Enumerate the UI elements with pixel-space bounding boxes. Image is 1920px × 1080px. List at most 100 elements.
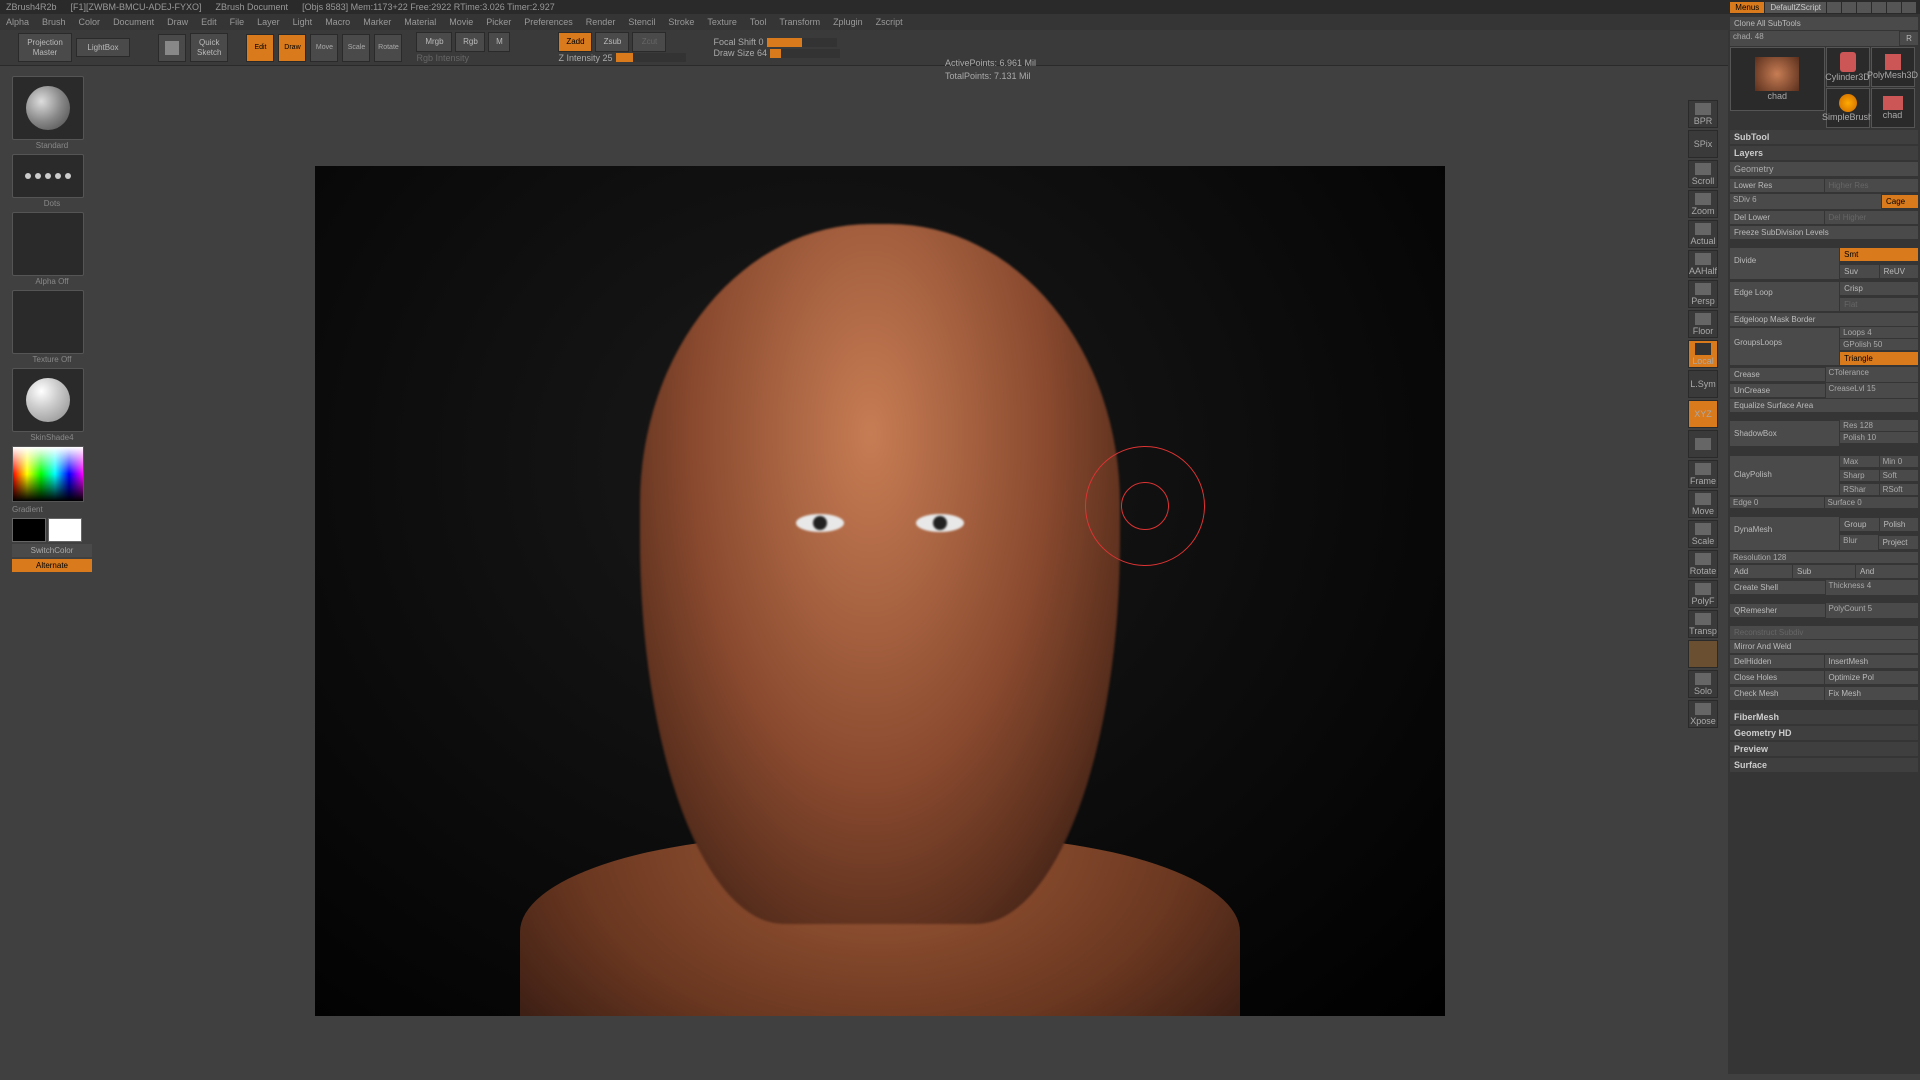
material-thumb[interactable] xyxy=(12,368,84,432)
frame-button[interactable]: Frame xyxy=(1688,460,1718,488)
brush-thumb[interactable] xyxy=(12,76,84,140)
maximize-icon[interactable] xyxy=(1887,2,1901,13)
geometryhd-header[interactable]: Geometry HD xyxy=(1730,726,1918,740)
lightbox-button[interactable]: LightBox xyxy=(76,38,130,58)
freeze-subdiv-button[interactable]: Freeze SubDivision Levels xyxy=(1730,226,1918,239)
focal-shift-slider[interactable] xyxy=(767,38,837,47)
project-button[interactable]: Project xyxy=(1879,536,1918,549)
move-button[interactable]: Move xyxy=(1688,490,1718,518)
del-higher-button[interactable]: Del Higher xyxy=(1825,211,1919,224)
stroke-thumb[interactable] xyxy=(12,154,84,198)
edge-slider[interactable]: Edge 0 xyxy=(1730,497,1824,508)
menu-layer[interactable]: Layer xyxy=(257,17,280,27)
menu-movie[interactable]: Movie xyxy=(449,17,473,27)
edgeloop-mask-button[interactable]: Edgeloop Mask Border xyxy=(1730,313,1918,326)
tool-thumb[interactable]: PolyMesh3D xyxy=(1871,47,1915,87)
actual-button[interactable]: Actual xyxy=(1688,220,1718,248)
equalize-button[interactable]: Equalize Surface Area xyxy=(1730,399,1918,412)
layers-header[interactable]: Layers xyxy=(1730,146,1918,160)
spix-button[interactable]: SPix xyxy=(1688,130,1718,158)
reconstruct-button[interactable]: Reconstruct Subdiv xyxy=(1730,626,1918,639)
fixmesh-button[interactable]: Fix Mesh xyxy=(1825,687,1919,700)
xpose-button[interactable]: Xpose xyxy=(1688,700,1718,728)
toggle-icon[interactable] xyxy=(1827,2,1841,13)
smt-button[interactable]: Smt xyxy=(1840,248,1918,261)
blur-slider[interactable]: Blur xyxy=(1840,535,1877,550)
quicksketch-icon[interactable] xyxy=(158,34,186,62)
polycount-slider[interactable]: PolyCount 5 xyxy=(1826,603,1919,618)
polish-slider[interactable]: Polish 10 xyxy=(1840,432,1918,443)
surface-slider[interactable]: Surface 0 xyxy=(1825,497,1919,508)
soft-slider[interactable]: Soft xyxy=(1880,470,1918,481)
alpha-thumb[interactable] xyxy=(12,212,84,276)
dynamesh-button[interactable]: DynaMesh xyxy=(1730,517,1839,550)
local-button[interactable]: Local xyxy=(1688,340,1718,368)
preview-header[interactable]: Preview xyxy=(1730,742,1918,756)
lsym-button[interactable]: L.Sym xyxy=(1688,370,1718,398)
persp-button[interactable]: Persp xyxy=(1688,280,1718,308)
focal-shift-label[interactable]: Focal Shift 0 xyxy=(714,37,764,47)
projection-master-button[interactable]: Projection Master xyxy=(18,33,72,62)
claypolish-button[interactable]: ClayPolish xyxy=(1730,456,1839,495)
reuv-button[interactable]: ReUV xyxy=(1880,265,1918,278)
mirror-weld-button[interactable]: Mirror And Weld xyxy=(1730,640,1918,653)
menu-picker[interactable]: Picker xyxy=(486,17,511,27)
floor-button[interactable]: Floor xyxy=(1688,310,1718,338)
zoom-button[interactable]: Zoom xyxy=(1688,190,1718,218)
sub-button[interactable]: Sub xyxy=(1793,565,1855,578)
menu-file[interactable]: File xyxy=(230,17,245,27)
divide-button[interactable]: Divide xyxy=(1730,248,1839,279)
rgb-button[interactable]: Rgb xyxy=(455,32,485,52)
rshar-slider[interactable]: RShar xyxy=(1840,484,1878,495)
polyf-button[interactable]: PolyF xyxy=(1688,580,1718,608)
gpolish-slider[interactable]: GPolish 50 xyxy=(1840,339,1918,350)
menu-zplugin[interactable]: Zplugin xyxy=(833,17,863,27)
uncrease-button[interactable]: UnCrease xyxy=(1730,384,1825,397)
scale-button[interactable]: Scale xyxy=(342,34,370,62)
creaselvl-slider[interactable]: CreaseLvl 15 xyxy=(1826,383,1919,398)
viewport[interactable] xyxy=(315,166,1445,1016)
minimize-icon[interactable] xyxy=(1872,2,1886,13)
switch-color-button[interactable]: SwitchColor xyxy=(12,544,92,557)
fibermesh-header[interactable]: FiberMesh xyxy=(1730,710,1918,724)
sharp-slider[interactable]: Sharp xyxy=(1840,470,1878,481)
scale-button[interactable]: Scale xyxy=(1688,520,1718,548)
cage-button[interactable]: Cage xyxy=(1882,195,1918,208)
z-intensity-slider[interactable] xyxy=(616,53,686,62)
checkmesh-button[interactable]: Check Mesh xyxy=(1730,687,1824,700)
max-slider[interactable]: Max xyxy=(1840,456,1878,467)
crisp-button[interactable]: Crisp xyxy=(1840,282,1918,295)
polish-button[interactable]: Polish xyxy=(1880,518,1918,531)
texture-thumb[interactable] xyxy=(12,290,84,354)
del-lower-button[interactable]: Del Lower xyxy=(1730,211,1824,224)
menu-stroke[interactable]: Stroke xyxy=(668,17,694,27)
alternate-button[interactable]: Alternate xyxy=(12,559,92,572)
r-button[interactable]: R xyxy=(1900,32,1918,45)
zcut-button[interactable]: Zcut xyxy=(632,32,666,52)
tool-thumb[interactable]: chad xyxy=(1871,88,1915,128)
tool-thumb[interactable]: Cylinder3D xyxy=(1826,47,1870,87)
flat-button[interactable]: Flat xyxy=(1840,298,1918,311)
texture-swatch[interactable] xyxy=(1688,640,1718,668)
clone-subtools-button[interactable]: Clone All SubTools xyxy=(1730,17,1918,30)
rsoft-slider[interactable]: RSoft xyxy=(1880,484,1918,495)
aahalf-button[interactable]: AAHalf xyxy=(1688,250,1718,278)
scroll-button[interactable]: Scroll xyxy=(1688,160,1718,188)
transp-button[interactable]: Transp xyxy=(1688,610,1718,638)
menu-preferences[interactable]: Preferences xyxy=(524,17,573,27)
menu-material[interactable]: Material xyxy=(404,17,436,27)
closeholes-button[interactable]: Close Holes xyxy=(1730,671,1824,684)
loops-slider[interactable]: Loops 4 xyxy=(1840,327,1918,338)
color-swatch-main[interactable] xyxy=(12,518,46,542)
draw-size-label[interactable]: Draw Size 64 xyxy=(714,48,768,58)
draw-button[interactable]: Draw xyxy=(278,34,306,62)
crease-button[interactable]: Crease xyxy=(1730,368,1825,381)
color-swatch-secondary[interactable] xyxy=(48,518,82,542)
menus-button[interactable]: Menus xyxy=(1730,2,1764,13)
m-button[interactable]: M xyxy=(488,32,510,52)
delhidden-button[interactable]: DelHidden xyxy=(1730,655,1824,668)
group-button[interactable]: Group xyxy=(1840,518,1878,531)
menu-stencil[interactable]: Stencil xyxy=(628,17,655,27)
optimize-button[interactable]: Optimize Pol xyxy=(1825,671,1919,684)
menu-zscript[interactable]: Zscript xyxy=(876,17,903,27)
